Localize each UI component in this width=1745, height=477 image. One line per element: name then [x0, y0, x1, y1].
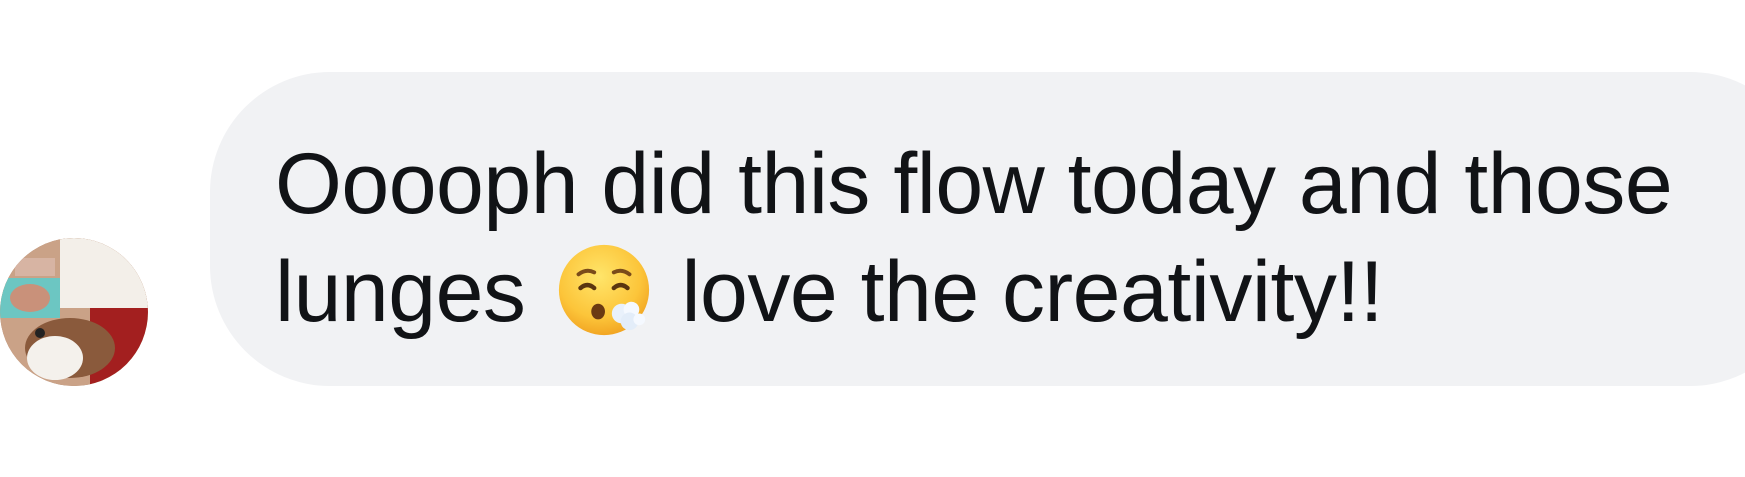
avatar[interactable]: [0, 238, 148, 386]
avatar-photo: [0, 238, 148, 386]
comment-text-after-emoji: love the creativity!!: [681, 244, 1384, 340]
comment-text: Ooooph did this flow today and those lun…: [275, 130, 1725, 346]
exhaling-face-icon: [555, 241, 653, 339]
comment-thread: Ooooph did this flow today and those lun…: [0, 0, 1745, 477]
